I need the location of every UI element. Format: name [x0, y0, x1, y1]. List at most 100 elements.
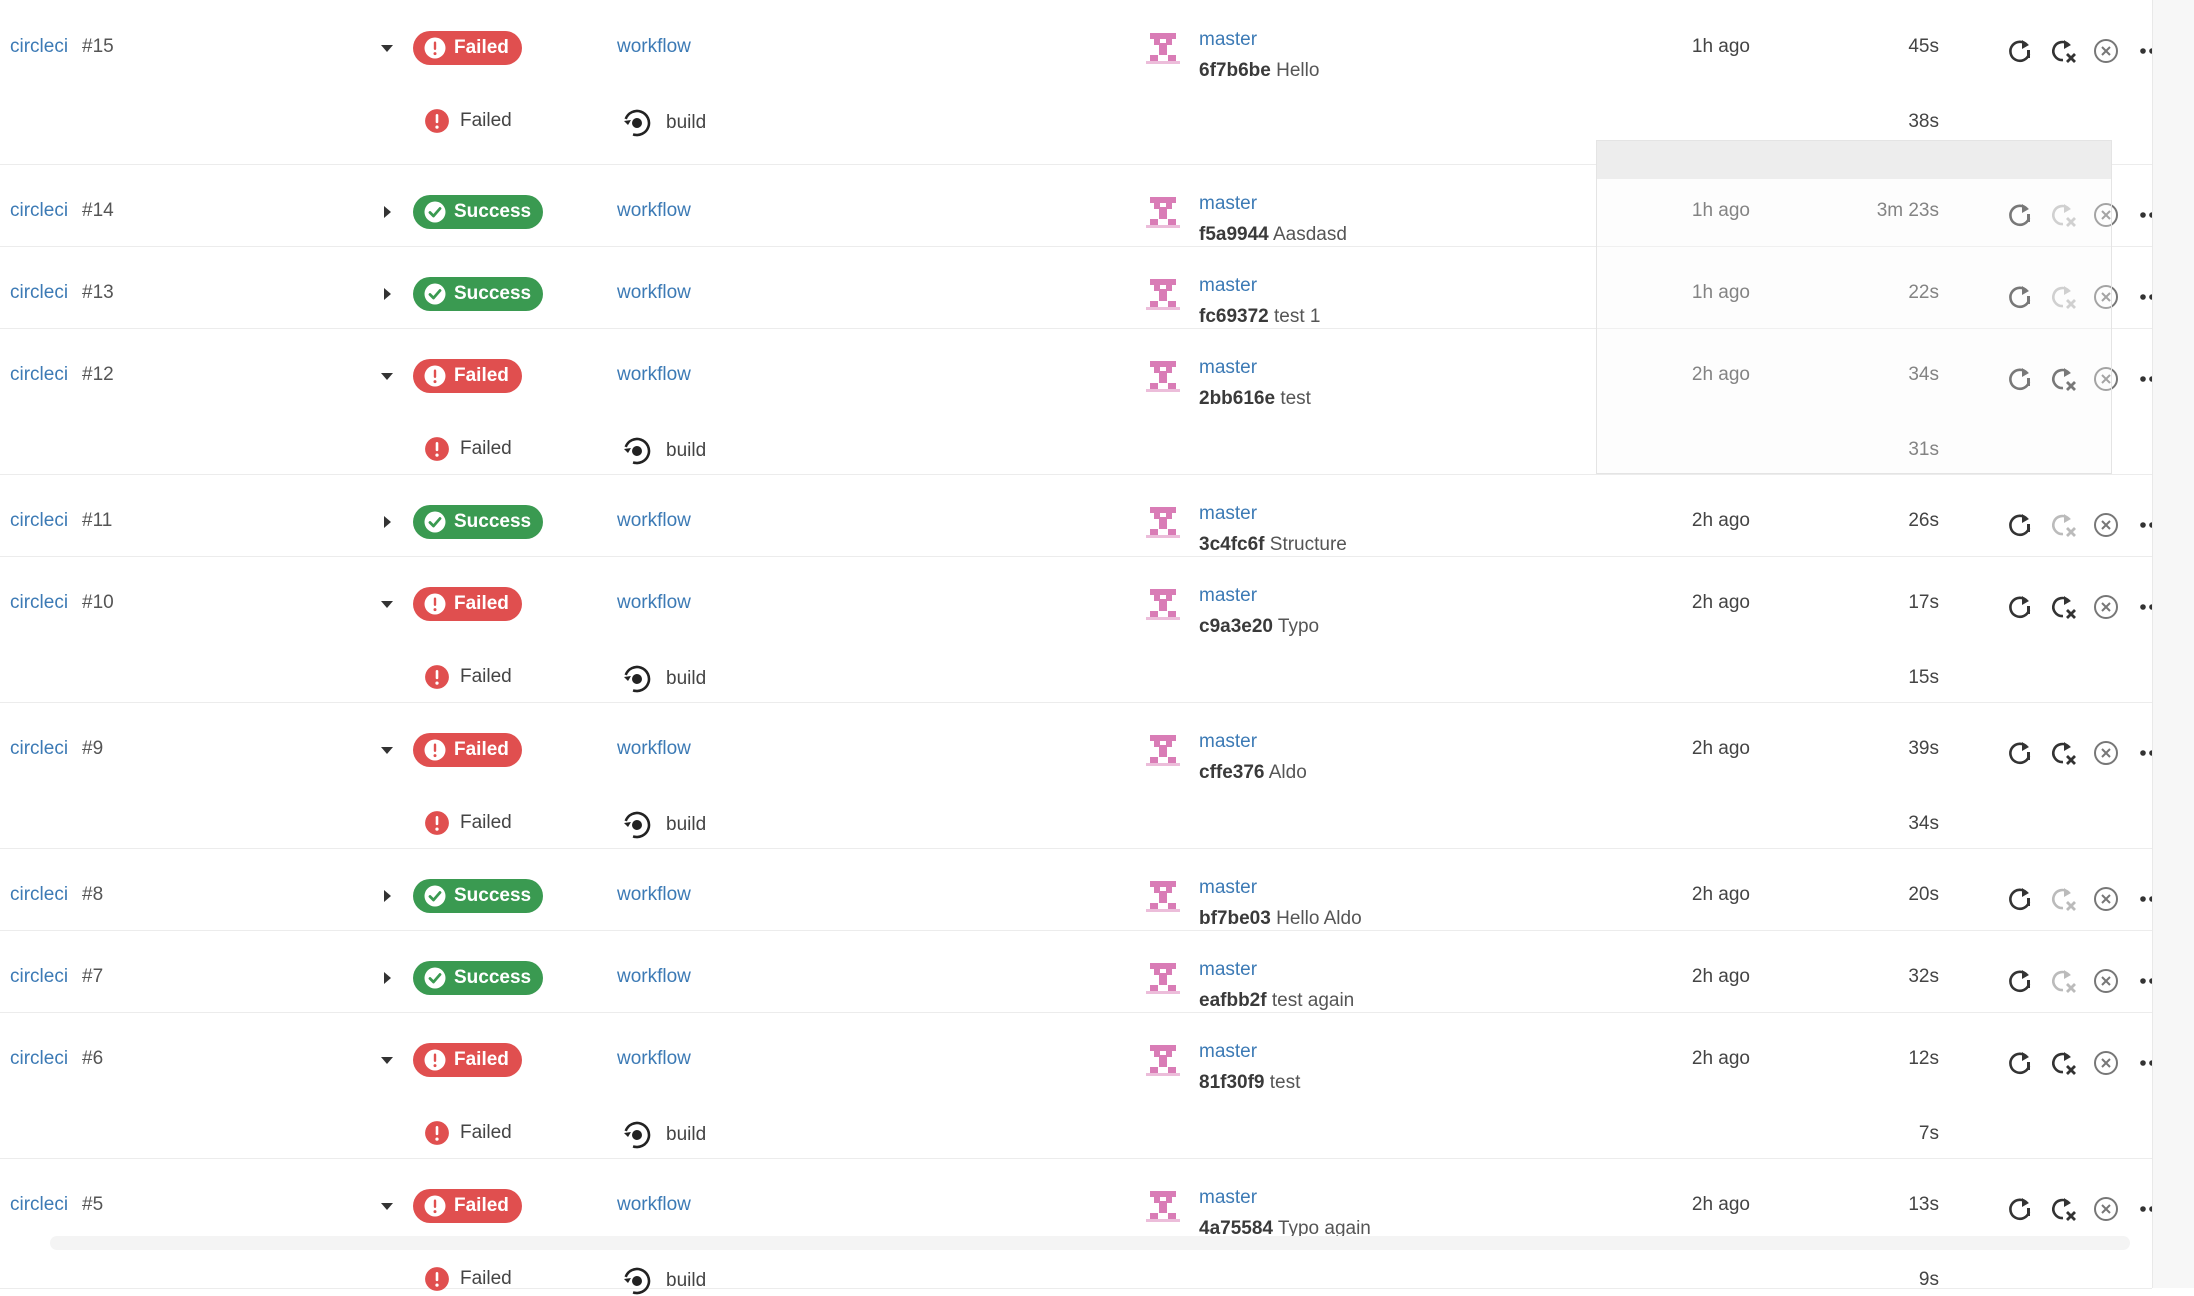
rerun-failed-icon[interactable] — [2048, 1194, 2078, 1224]
commit-hash[interactable]: cffe376 — [1199, 762, 1265, 783]
rerun-failed-icon[interactable] — [2048, 1048, 2078, 1078]
project-link[interactable]: circleci — [10, 738, 68, 760]
project-link[interactable]: circleci — [10, 966, 68, 988]
cancel-icon[interactable] — [2091, 1194, 2121, 1224]
commit-hash[interactable]: c9a3e20 — [1199, 616, 1273, 637]
workflow-link[interactable]: workflow — [617, 200, 691, 222]
job-link[interactable]: build — [622, 1120, 706, 1150]
vertical-scrollbar[interactable] — [2152, 0, 2194, 1288]
branch-link[interactable]: master — [1199, 357, 1257, 379]
branch-link[interactable]: master — [1199, 585, 1257, 607]
commit-hash[interactable]: 3c4fc6f — [1199, 534, 1265, 555]
commit-hash[interactable]: fc69372 — [1199, 306, 1269, 327]
status-badge[interactable]: Failed — [413, 31, 522, 65]
status-badge[interactable]: Failed — [413, 1189, 522, 1223]
chevron-down-icon[interactable] — [378, 367, 396, 385]
cancel-icon[interactable] — [2091, 966, 2121, 996]
cancel-icon[interactable] — [2091, 36, 2121, 66]
project-link[interactable]: circleci — [10, 282, 68, 304]
branch-link[interactable]: master — [1199, 731, 1257, 753]
rerun-failed-icon[interactable] — [2048, 592, 2078, 622]
job-link[interactable]: build — [622, 436, 706, 466]
project-link[interactable]: circleci — [10, 884, 68, 906]
rerun-icon[interactable] — [2005, 884, 2035, 914]
rerun-failed-icon[interactable] — [2048, 510, 2078, 540]
status-badge[interactable]: Success — [413, 961, 543, 995]
workflow-link[interactable]: workflow — [617, 364, 691, 386]
workflow-link[interactable]: workflow — [617, 1194, 691, 1216]
workflow-link[interactable]: workflow — [617, 282, 691, 304]
chevron-right-icon[interactable] — [378, 969, 396, 987]
status-badge[interactable]: Failed — [413, 587, 522, 621]
commit-hash[interactable]: eafbb2f — [1199, 990, 1267, 1011]
branch-link[interactable]: master — [1199, 1041, 1257, 1063]
job-link[interactable]: build — [622, 108, 706, 138]
rerun-failed-icon[interactable] — [2048, 966, 2078, 996]
rerun-icon[interactable] — [2005, 1194, 2035, 1224]
rerun-failed-icon[interactable] — [2048, 884, 2078, 914]
chevron-right-icon[interactable] — [378, 887, 396, 905]
branch-link[interactable]: master — [1199, 503, 1257, 525]
rerun-failed-icon[interactable] — [2048, 36, 2078, 66]
status-badge[interactable]: Failed — [413, 733, 522, 767]
cancel-icon[interactable] — [2091, 1048, 2121, 1078]
commit-hash[interactable]: 2bb616e — [1199, 388, 1275, 409]
workflow-link[interactable]: workflow — [617, 592, 691, 614]
status-badge[interactable]: Success — [413, 277, 543, 311]
commit-hash[interactable]: bf7be03 — [1199, 908, 1271, 929]
branch-link[interactable]: master — [1199, 193, 1257, 215]
status-badge[interactable]: Success — [413, 879, 543, 913]
chevron-down-icon[interactable] — [378, 741, 396, 759]
rerun-icon[interactable] — [2005, 36, 2035, 66]
branch-link[interactable]: master — [1199, 275, 1257, 297]
chevron-right-icon[interactable] — [378, 513, 396, 531]
workflow-link[interactable]: workflow — [617, 510, 691, 532]
cancel-icon[interactable] — [2091, 592, 2121, 622]
cancel-icon[interactable] — [2091, 884, 2121, 914]
cancel-icon[interactable] — [2091, 510, 2121, 540]
project-link[interactable]: circleci — [10, 592, 68, 614]
status-badge[interactable]: Success — [413, 505, 543, 539]
rerun-icon[interactable] — [2005, 966, 2035, 996]
project-link[interactable]: circleci — [10, 36, 68, 58]
project-link[interactable]: circleci — [10, 1048, 68, 1070]
project-link[interactable]: circleci — [10, 200, 68, 222]
job-status[interactable]: Failed — [424, 664, 512, 690]
branch-link[interactable]: master — [1199, 959, 1257, 981]
chevron-down-icon[interactable] — [378, 595, 396, 613]
project-link[interactable]: circleci — [10, 1194, 68, 1216]
status-badge[interactable]: Failed — [413, 1043, 522, 1077]
workflow-link[interactable]: workflow — [617, 884, 691, 906]
workflow-link[interactable]: workflow — [617, 1048, 691, 1070]
rerun-failed-icon[interactable] — [2048, 738, 2078, 768]
project-link[interactable]: circleci — [10, 510, 68, 532]
job-status[interactable]: Failed — [424, 810, 512, 836]
branch-link[interactable]: master — [1199, 877, 1257, 899]
job-link[interactable]: build — [622, 1266, 706, 1296]
job-status[interactable]: Failed — [424, 436, 512, 462]
chevron-right-icon[interactable] — [378, 203, 396, 221]
horizontal-scrollbar[interactable] — [50, 1236, 2130, 1250]
status-badge[interactable]: Failed — [413, 359, 522, 393]
chevron-down-icon[interactable] — [378, 39, 396, 57]
workflow-link[interactable]: workflow — [617, 36, 691, 58]
branch-link[interactable]: master — [1199, 29, 1257, 51]
rerun-icon[interactable] — [2005, 592, 2035, 622]
job-status[interactable]: Failed — [424, 1266, 512, 1292]
chevron-down-icon[interactable] — [378, 1197, 396, 1215]
chevron-right-icon[interactable] — [378, 285, 396, 303]
rerun-icon[interactable] — [2005, 738, 2035, 768]
commit-hash[interactable]: 81f30f9 — [1199, 1072, 1265, 1093]
project-link[interactable]: circleci — [10, 364, 68, 386]
chevron-down-icon[interactable] — [378, 1051, 396, 1069]
job-status[interactable]: Failed — [424, 108, 512, 134]
workflow-link[interactable]: workflow — [617, 738, 691, 760]
job-status[interactable]: Failed — [424, 1120, 512, 1146]
job-link[interactable]: build — [622, 664, 706, 694]
commit-hash[interactable]: 6f7b6be — [1199, 60, 1271, 81]
rerun-icon[interactable] — [2005, 1048, 2035, 1078]
commit-hash[interactable]: f5a9944 — [1199, 224, 1269, 245]
job-link[interactable]: build — [622, 810, 706, 840]
cancel-icon[interactable] — [2091, 738, 2121, 768]
workflow-link[interactable]: workflow — [617, 966, 691, 988]
